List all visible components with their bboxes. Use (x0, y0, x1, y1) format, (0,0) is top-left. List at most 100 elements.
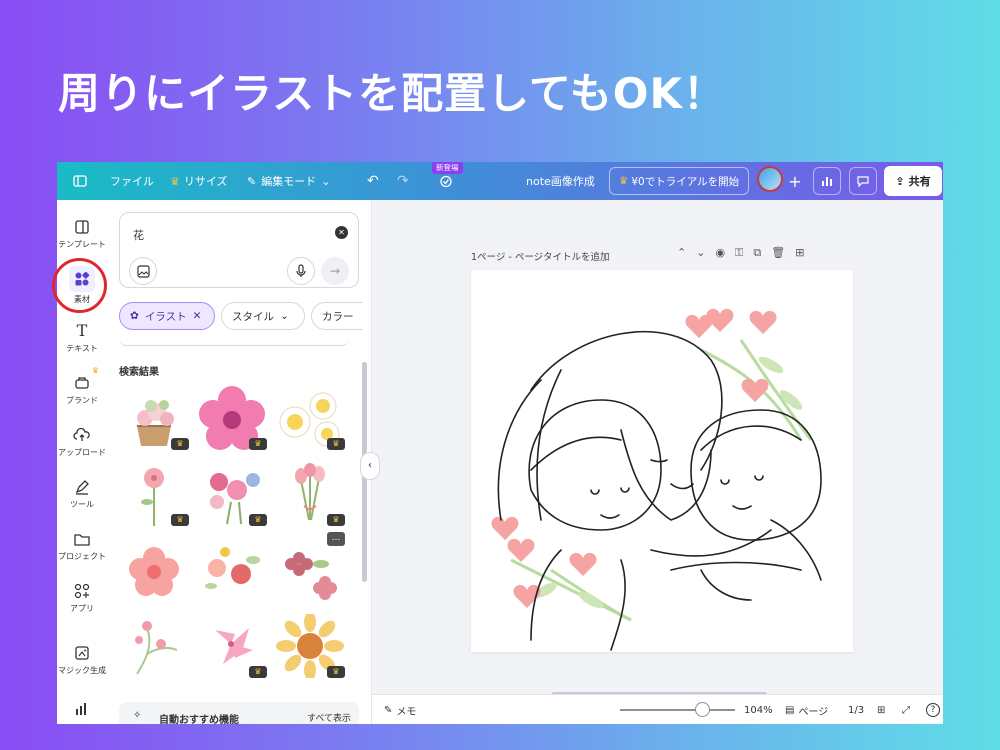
results-heading: 検索結果 (119, 367, 159, 378)
document-title[interactable]: note画像作成 (526, 162, 595, 200)
zoom-slider-handle[interactable] (695, 702, 710, 717)
microphone-icon (296, 264, 306, 277)
pro-crown-badge: ♛ (249, 666, 267, 678)
chevron-up-icon[interactable]: ⌃ (677, 246, 686, 260)
start-trial-button[interactable]: ♛ ¥0でトライアルを開始 (609, 167, 749, 195)
page-toolbar: ⌃ ⌄ ◉ ⚿ ⧉ 🗑 ⊞ (677, 246, 804, 260)
result-mauve-flowers[interactable]: … (273, 532, 347, 602)
flower-icon: ✿ (130, 310, 139, 322)
canva-editor-window: ファイル ♛ リサイズ ✎ 編集モード ⌄ ↶ ↷ 新登場 note画像作成 ♛… (57, 162, 943, 724)
lock-icon[interactable]: ⚿ (735, 246, 743, 260)
filter-chip-color[interactable]: カラー (311, 302, 363, 330)
cloud-check-icon[interactable] (439, 162, 453, 200)
image-search-button[interactable] (129, 257, 157, 285)
apps-icon (74, 583, 90, 599)
result-lily-flowers[interactable]: ♛ (195, 614, 269, 678)
result-pink-flower[interactable]: ♛ (195, 386, 269, 450)
remove-filter-icon[interactable]: ✕ (193, 310, 202, 322)
search-input[interactable]: 花 (133, 227, 144, 243)
rail-item-apps[interactable]: アプリ (57, 582, 107, 614)
rail-item-projects[interactable]: プロジェクト (57, 530, 107, 562)
page-counter[interactable]: 1/3 (848, 695, 864, 724)
pencil-icon: ✎ (247, 174, 257, 188)
folder-icon (74, 534, 90, 546)
arrow-right-icon: → (329, 264, 341, 278)
rail-item-tools[interactable]: ツール (57, 478, 107, 510)
resize-button[interactable]: ♛ リサイズ (170, 162, 228, 200)
chevron-down-icon[interactable]: ⌄ (696, 246, 705, 260)
pro-crown-badge: ♛ (171, 514, 189, 526)
elements-panel: 花 ✕ → ✿ イラスト ✕ スタイル ⌄ カラー 検索結果 ♛ ♛ ♛ ♛ ♛… (107, 200, 372, 724)
pages-button[interactable]: ▤ ページ (785, 695, 828, 724)
chevron-down-icon: ⌄ (321, 174, 331, 188)
page-title[interactable]: 1ページ - ページタイトルを追加 (471, 249, 609, 263)
pages-icon: ▤ (785, 704, 795, 716)
auto-suggest-card[interactable]: ✧ 自動おすすめ機能 すべて表示 (119, 702, 359, 724)
text-icon: T (76, 321, 88, 340)
avatar[interactable] (757, 166, 783, 192)
file-menu[interactable]: ファイル (110, 162, 154, 200)
result-flower-basket[interactable]: ♛ (117, 386, 191, 450)
zoom-slider[interactable] (620, 709, 735, 711)
zoom-level[interactable]: 104% (744, 695, 773, 724)
duplicate-icon[interactable]: ⧉ (753, 246, 761, 260)
add-page-icon[interactable]: ⊞ (795, 246, 804, 260)
bar-chart-icon (76, 703, 86, 715)
result-small-flowers[interactable] (195, 538, 269, 602)
search-box[interactable]: 花 ✕ → (119, 212, 359, 288)
headline: 周りにイラストを配置してもOK！ (58, 69, 727, 118)
grid-view-icon[interactable]: ⊞ (877, 695, 885, 724)
design-page[interactable] (471, 270, 853, 652)
rail-item-charts[interactable] (57, 700, 107, 721)
share-button[interactable]: ⇪ 共有 (884, 166, 942, 196)
top-toolbar: ファイル ♛ リサイズ ✎ 編集モード ⌄ ↶ ↷ 新登場 note画像作成 ♛… (57, 162, 943, 200)
crown-icon: ♛ (170, 174, 180, 188)
comment-icon (857, 176, 869, 188)
undo-icon[interactable]: ↶ (367, 162, 379, 200)
pro-crown-badge: ♛ (327, 438, 345, 450)
sparkle-icon: ✧ (133, 710, 142, 721)
result-heart-flowers[interactable] (117, 614, 191, 678)
pro-crown-badge: ♛ (327, 514, 345, 526)
plus-icon: + (788, 171, 802, 191)
notes-button[interactable]: ✎ メモ (384, 695, 416, 724)
eye-icon[interactable]: ◉ (715, 246, 725, 260)
rail-item-uploads[interactable]: アップロード (57, 426, 107, 458)
result-tulip-bouquet[interactable]: ♛ (273, 462, 347, 526)
fullscreen-icon[interactable]: ⤢ (902, 695, 910, 724)
rail-item-brand[interactable]: ♛ ブランド (57, 366, 107, 406)
brand-icon (75, 377, 89, 389)
filter-chip-illustration[interactable]: ✿ イラスト ✕ (119, 302, 215, 330)
add-collaborator-button[interactable]: + (781, 167, 809, 195)
help-button[interactable]: ? (926, 695, 940, 724)
redo-icon[interactable]: ↷ (397, 162, 409, 200)
more-options-icon[interactable]: … (327, 532, 345, 546)
result-pink-blue-bouquet[interactable]: ♛ (195, 462, 269, 526)
voice-search-button[interactable] (287, 257, 315, 285)
collapsed-section-edge (119, 338, 349, 346)
rail-item-magic-media[interactable]: マジック生成 (57, 644, 107, 676)
result-single-pink-flower[interactable]: ♛ (117, 462, 191, 526)
collapse-panel-button[interactable]: ‹ (360, 452, 380, 480)
image-icon (136, 264, 150, 278)
bar-chart-icon (822, 177, 832, 186)
rail-item-text[interactable]: T テキスト (57, 322, 107, 354)
status-bar: ✎ メモ 104% ▤ ページ 1/3 ⊞ ⤢ ? (372, 694, 943, 724)
result-peach-flower[interactable] (117, 538, 191, 602)
pro-crown-badge: ♛ (327, 666, 345, 678)
trash-icon[interactable]: 🗑 (771, 246, 785, 260)
clear-search-icon[interactable]: ✕ (335, 226, 348, 239)
filter-chip-style[interactable]: スタイル ⌄ (221, 302, 305, 330)
rail-item-templates[interactable]: テンプレート (57, 218, 107, 250)
insights-button[interactable] (813, 167, 841, 195)
pro-crown-badge: ♛ (249, 514, 267, 526)
crown-icon: ♛ (618, 175, 629, 187)
sidebar-toggle-icon[interactable] (73, 162, 87, 200)
chevron-down-icon: ⌄ (280, 310, 289, 322)
comments-button[interactable] (849, 167, 877, 195)
mother-children-illustration (491, 308, 822, 651)
submit-search-button[interactable]: → (321, 257, 349, 285)
result-smiling-daisies[interactable]: ♛ (273, 386, 347, 450)
result-gerbera-flower[interactable]: ♛ (273, 612, 347, 680)
edit-mode-dropdown[interactable]: ✎ 編集モード ⌄ (247, 162, 330, 200)
